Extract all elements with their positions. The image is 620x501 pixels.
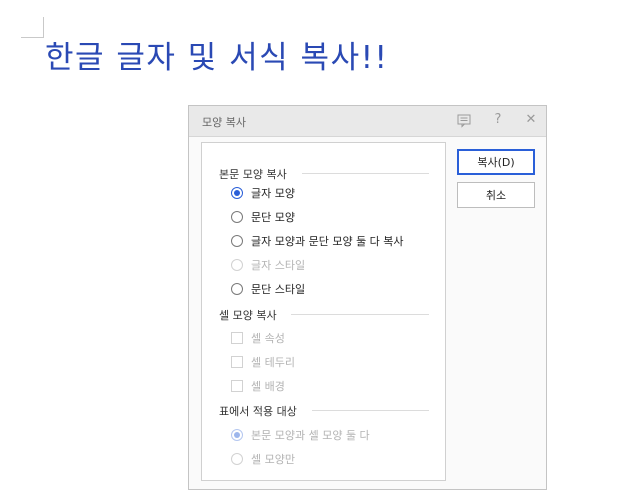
checkbox-cell-properties: 셀 속성: [231, 330, 285, 346]
radio-cell-only: 셀 모양만: [231, 451, 295, 467]
option-label: 셀 테두리: [251, 356, 295, 369]
option-label: 본문 모양과 셀 모양 둘 다: [251, 429, 370, 442]
radio-para-style[interactable]: 문단 스타일: [231, 281, 305, 297]
copy-format-dialog: 모양 복사 ? ✕ 본문 모양 복사 글자 모양 문단 모양 글자 모양과 문단…: [188, 105, 547, 490]
option-label: 글자 모양과 문단 모양 둘 다 복사: [251, 235, 404, 248]
section-divider: [312, 410, 429, 411]
copy-button[interactable]: 복사(D): [457, 149, 535, 175]
radio-indicator[interactable]: [231, 283, 243, 295]
section-divider: [291, 314, 429, 315]
checkbox-indicator: [231, 380, 243, 392]
option-label: 문단 스타일: [251, 283, 306, 296]
radio-indicator[interactable]: [231, 187, 243, 199]
help-icon[interactable]: ?: [490, 112, 506, 128]
section-title-cell-format: 셀 모양 복사: [219, 309, 277, 322]
section-title-body-format: 본문 모양 복사: [219, 168, 287, 181]
option-label: 셀 배경: [251, 380, 285, 393]
checkbox-cell-background: 셀 배경: [231, 378, 285, 394]
document-heading: 한글 글자 및 서식 복사!!: [45, 40, 389, 76]
comment-icon[interactable]: [456, 112, 472, 128]
radio-indicator[interactable]: [231, 235, 243, 247]
option-label: 셀 모양만: [251, 453, 295, 466]
option-label: 문단 모양: [251, 211, 295, 224]
checkbox-cell-border: 셀 테두리: [231, 354, 295, 370]
options-panel: 본문 모양 복사 글자 모양 문단 모양 글자 모양과 문단 모양 둘 다 복사…: [201, 142, 446, 481]
close-icon[interactable]: ✕: [523, 112, 539, 128]
section-title-table-target: 표에서 적용 대상: [219, 405, 297, 418]
dialog-title: 모양 복사: [202, 116, 246, 129]
radio-para-shape[interactable]: 문단 모양: [231, 209, 295, 225]
checkbox-indicator: [231, 356, 243, 368]
radio-indicator: [231, 259, 243, 271]
dialog-titlebar[interactable]: 모양 복사 ? ✕: [189, 106, 546, 137]
cancel-button[interactable]: 취소: [457, 182, 535, 208]
option-label: 글자 스타일: [251, 259, 306, 272]
option-label: 글자 모양: [251, 187, 295, 200]
option-label: 셀 속성: [251, 332, 285, 345]
radio-indicator: [231, 453, 243, 465]
radio-body-and-cell: 본문 모양과 셀 모양 둘 다: [231, 427, 370, 443]
radio-indicator: [231, 429, 243, 441]
checkbox-indicator: [231, 332, 243, 344]
radio-char-and-para-shape[interactable]: 글자 모양과 문단 모양 둘 다 복사: [231, 233, 404, 249]
radio-indicator[interactable]: [231, 211, 243, 223]
page-corner-mark: [21, 17, 44, 38]
radio-char-shape[interactable]: 글자 모양: [231, 185, 295, 201]
section-divider: [302, 173, 429, 174]
radio-char-style: 글자 스타일: [231, 257, 305, 273]
